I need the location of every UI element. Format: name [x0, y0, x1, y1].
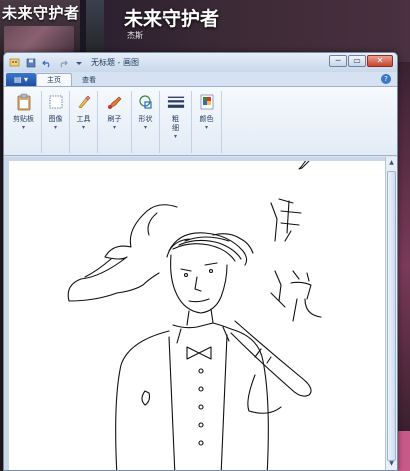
left-panel-title: 未来守护者	[2, 4, 80, 22]
group-tools[interactable]: 工具 ▾	[70, 91, 98, 153]
chevron-down-icon: ▾	[143, 124, 147, 131]
redo-icon[interactable]	[56, 56, 69, 69]
colors-icon	[198, 93, 216, 111]
chevron-down-icon: ▾	[53, 124, 57, 131]
paint-window: 无标题 - 画图 ─ ▭ ✕ ▤ ▾ 主页 查看 ? 剪贴板 ▾ 图像 ▾ 工具…	[3, 52, 398, 471]
clipboard-icon	[15, 93, 33, 111]
chevron-down-icon: ▾	[173, 133, 177, 140]
bottom-right-accent	[398, 431, 410, 471]
group-brushes[interactable]: 刷子 ▾	[98, 91, 132, 153]
minimize-button[interactable]: ─	[329, 55, 347, 67]
group-clipboard-label: 剪贴板	[13, 115, 34, 123]
group-colors[interactable]: 颜色 ▾	[192, 91, 222, 153]
chevron-down-icon: ▾	[112, 124, 116, 131]
scrollbar-thumb[interactable]	[387, 171, 396, 461]
group-size[interactable]: 粗细 ▾	[160, 91, 192, 153]
group-shapes[interactable]: 形状 ▾	[132, 91, 160, 153]
group-tools-label: 工具	[76, 115, 91, 123]
chevron-down-icon: ▾	[204, 124, 208, 131]
shapes-icon	[137, 93, 155, 111]
drawing-canvas[interactable]	[9, 161, 385, 471]
vertical-scrollbar[interactable]: ▲ ▼	[385, 157, 397, 470]
tools-icon	[75, 93, 93, 111]
group-image[interactable]: 图像 ▾	[42, 91, 70, 153]
chevron-down-icon: ▾	[21, 124, 25, 131]
file-menu-button[interactable]: ▤ ▾	[6, 73, 36, 86]
ribbon-tabs: ▤ ▾ 主页 查看 ?	[4, 72, 397, 86]
title-bar[interactable]: 无标题 - 画图 ─ ▭ ✕	[4, 53, 397, 72]
group-clipboard[interactable]: 剪贴板 ▾	[6, 91, 42, 153]
undo-icon[interactable]	[40, 56, 53, 69]
chevron-down-icon: ▾	[81, 124, 85, 131]
scroll-up-icon[interactable]: ▲	[386, 157, 397, 169]
brush-icon	[106, 93, 124, 111]
help-icon[interactable]: ?	[381, 74, 391, 84]
group-brushes-label: 刷子	[107, 115, 122, 123]
window-controls: ─ ▭ ✕	[329, 55, 393, 67]
size-icon	[167, 93, 185, 111]
group-image-label: 图像	[48, 115, 63, 123]
image-icon	[47, 93, 65, 111]
scroll-down-icon[interactable]: ▼	[386, 458, 397, 470]
customize-qat-icon[interactable]	[72, 56, 85, 69]
banner-subtitle: 杰斯	[127, 31, 143, 40]
close-button[interactable]: ✕	[367, 55, 393, 67]
maximize-button[interactable]: ▭	[348, 55, 366, 67]
save-icon[interactable]	[24, 56, 37, 69]
paint-app-icon[interactable]	[8, 56, 21, 69]
group-size-label: 粗细	[172, 115, 179, 132]
group-shapes-label: 形状	[138, 115, 153, 123]
tab-home[interactable]: 主页	[36, 73, 72, 86]
right-edge	[398, 62, 410, 471]
canvas-area: ▲ ▼	[4, 157, 397, 470]
quick-access-toolbar	[8, 56, 85, 69]
group-colors-label: 颜色	[199, 115, 214, 123]
banner-title: 未来守护者	[124, 8, 220, 30]
tab-view[interactable]: 查看	[72, 73, 106, 86]
ribbon: 剪贴板 ▾ 图像 ▾ 工具 ▾ 刷子 ▾ 形状 ▾ 粗细 ▾ 颜色 ▾	[4, 86, 397, 156]
window-title: 无标题 - 画图	[91, 58, 139, 67]
